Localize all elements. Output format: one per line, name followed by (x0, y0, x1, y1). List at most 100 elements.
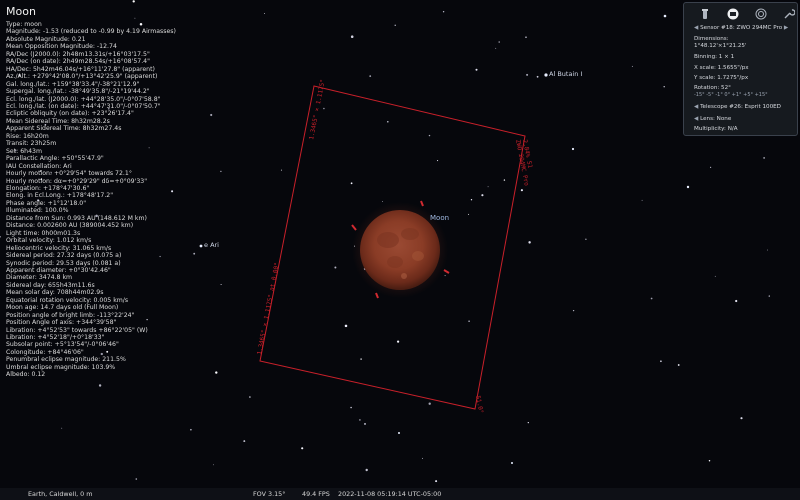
star (526, 73, 529, 76)
sensor-next-arrow[interactable]: ▶ (784, 25, 788, 31)
telescope-prev-arrow[interactable]: ◀ (694, 104, 698, 110)
star (212, 464, 214, 466)
info-line: Ecl. long./lat. (J2000.0): +44°28'35.0"/… (6, 95, 161, 103)
star (708, 459, 711, 462)
star (360, 358, 362, 360)
star (525, 36, 527, 39)
info-line: Illuminated: 100.0% (6, 207, 69, 215)
info-line: Libration: +4°52'53" towards +86°22'05" … (6, 326, 148, 334)
star (641, 199, 643, 201)
star (98, 384, 102, 387)
star (520, 189, 523, 192)
ocular-icon[interactable] (699, 8, 711, 20)
rotation-row: Rotation: 52° (694, 85, 731, 91)
info-line: Mean solar day: 708h44m02.9s (6, 289, 104, 297)
info-line: Colongitude: +84°46'06" (6, 348, 84, 356)
info-line: Subsolar point: +5°13'54"/-0°06'46" (6, 341, 119, 349)
star (249, 396, 251, 398)
info-line: Type: moon (6, 21, 42, 28)
star (470, 199, 473, 201)
info-line: Set: 6h43m (6, 147, 42, 155)
info-line: Heliocentric velocity: 31.065 km/s (6, 244, 112, 252)
info-line: Elongation: +178°47'30.6" (6, 184, 90, 192)
oculars-panel: ◀ Sensor #18: ZWO 294MC Pro ▶ Dimensions… (683, 2, 798, 136)
info-line: RA/Dec (on date): 2h49m28.54s/+16°08'57.… (6, 58, 150, 66)
star (437, 160, 439, 162)
star (301, 447, 304, 450)
multiplicity-row: Multiplicity: N/A (694, 126, 738, 132)
info-line: Az./Alt.: +279°42'08.0"/+13°42'25.9" (ap… (6, 73, 158, 81)
fov-text: FOV 3.15° (253, 490, 286, 498)
info-line: Distance from Sun: 0.993 AU (148.612 M k… (6, 214, 147, 222)
info-line: Orbital velocity: 1.012 km/s (6, 237, 92, 245)
star (503, 179, 506, 181)
dimensions-label: Dimensions: (694, 36, 729, 42)
wrench-icon[interactable] (783, 8, 795, 20)
info-line: Elong. in Ecl.Long.: +178°48'17.2" (6, 192, 114, 200)
star (481, 194, 484, 197)
info-line: Rise: 16h20m (6, 132, 49, 140)
star (394, 24, 396, 26)
star-bright (511, 462, 513, 464)
star (763, 157, 765, 159)
star (422, 457, 423, 459)
telescope-label: Telescope #26: Esprit 100ED (700, 104, 781, 110)
star (709, 166, 712, 169)
info-line: Ecl. long./lat. (on date): +44°47'31.0"/… (6, 102, 161, 110)
info-line: Position Angle of axis: +344°39'58" (6, 319, 117, 327)
star (487, 186, 489, 188)
fps-text: 49.4 FPS (302, 490, 330, 498)
star (264, 12, 265, 14)
info-line: Hourly motion: +0°29'54" towards 72.1° (6, 170, 132, 178)
star (650, 297, 653, 300)
sensor-label: Sensor #18: ZWO 294MC Pro (700, 25, 783, 31)
info-line: HA/Dec: 5h42m46.04s/+16°11'27.8" (appare… (6, 65, 155, 73)
star (350, 406, 352, 409)
info-line: Sidereal day: 655h43m11.6s (6, 281, 95, 289)
star-bright (544, 73, 548, 77)
info-line: Sidereal period: 27.32 days (0.075 a) (6, 252, 122, 260)
star-label-al-butain[interactable]: Al Butain I (549, 70, 582, 78)
info-line: Penumbral eclipse magnitude: 211.5% (6, 356, 126, 364)
info-line: Hourly motion: dα=+0°29'29" dδ=+0°09'33" (6, 177, 148, 185)
info-line: Supergal. long./lat.: -38°49'35.8"/-21°1… (6, 88, 150, 96)
star (135, 478, 138, 480)
location-text[interactable]: Earth, Caldwell, 0 m (28, 490, 93, 498)
lens-label: Lens: None (700, 116, 732, 122)
telrad-icon[interactable] (755, 8, 767, 20)
datetime-text[interactable]: 2022-11-08 05:19:14 UTC-05:00 (338, 490, 441, 498)
info-line: Transit: 23h25m (6, 140, 57, 148)
star (134, 17, 136, 19)
star (428, 402, 431, 405)
star (350, 182, 353, 185)
moon-label[interactable]: Moon (430, 214, 449, 222)
star (735, 299, 738, 303)
star (435, 480, 438, 483)
sensor-prev-arrow[interactable]: ◀ (694, 25, 698, 31)
star-label-e-ari[interactable]: e Ari (204, 241, 219, 249)
star-bright (663, 14, 667, 18)
sensor-icon[interactable] (727, 8, 739, 20)
frame-label-top-left: 1.3465° × 1.1175° (308, 79, 327, 141)
star (0, 235, 1, 238)
star (527, 421, 529, 424)
star (243, 440, 246, 443)
star (359, 419, 361, 421)
star (190, 428, 192, 431)
info-line: Distance: 0.002600 AU (389004.452 km) (6, 222, 134, 230)
star-bright (398, 432, 400, 434)
info-line: Mean Opposition Magnitude: -12.74 (6, 43, 117, 51)
info-line: Albedo: 0.12 (6, 371, 46, 379)
status-bar: Earth, Caldwell, 0 m FOV 3.15° 49.4 FPS … (0, 488, 800, 500)
binning-row: Binning: 1 × 1 (694, 54, 735, 60)
star-bright (571, 147, 575, 151)
lens-prev-arrow[interactable]: ◀ (694, 116, 698, 122)
info-line: Position angle of bright limb: -113°22'2… (6, 311, 135, 319)
sensor-row[interactable]: ◀ Sensor #18: ZWO 294MC Pro ▶ (694, 25, 788, 31)
object-info-panel: Type: moon Magnitude: -1.53 (reduced to -… (6, 21, 306, 379)
telescope-row[interactable]: ◀ Telescope #26: Esprit 100ED (694, 104, 781, 110)
rotation-steps[interactable]: -15° -5° -1° 0° +1° +5° +15° (694, 92, 768, 98)
star (61, 427, 63, 429)
star (660, 360, 662, 363)
lens-row[interactable]: ◀ Lens: None (694, 116, 731, 122)
